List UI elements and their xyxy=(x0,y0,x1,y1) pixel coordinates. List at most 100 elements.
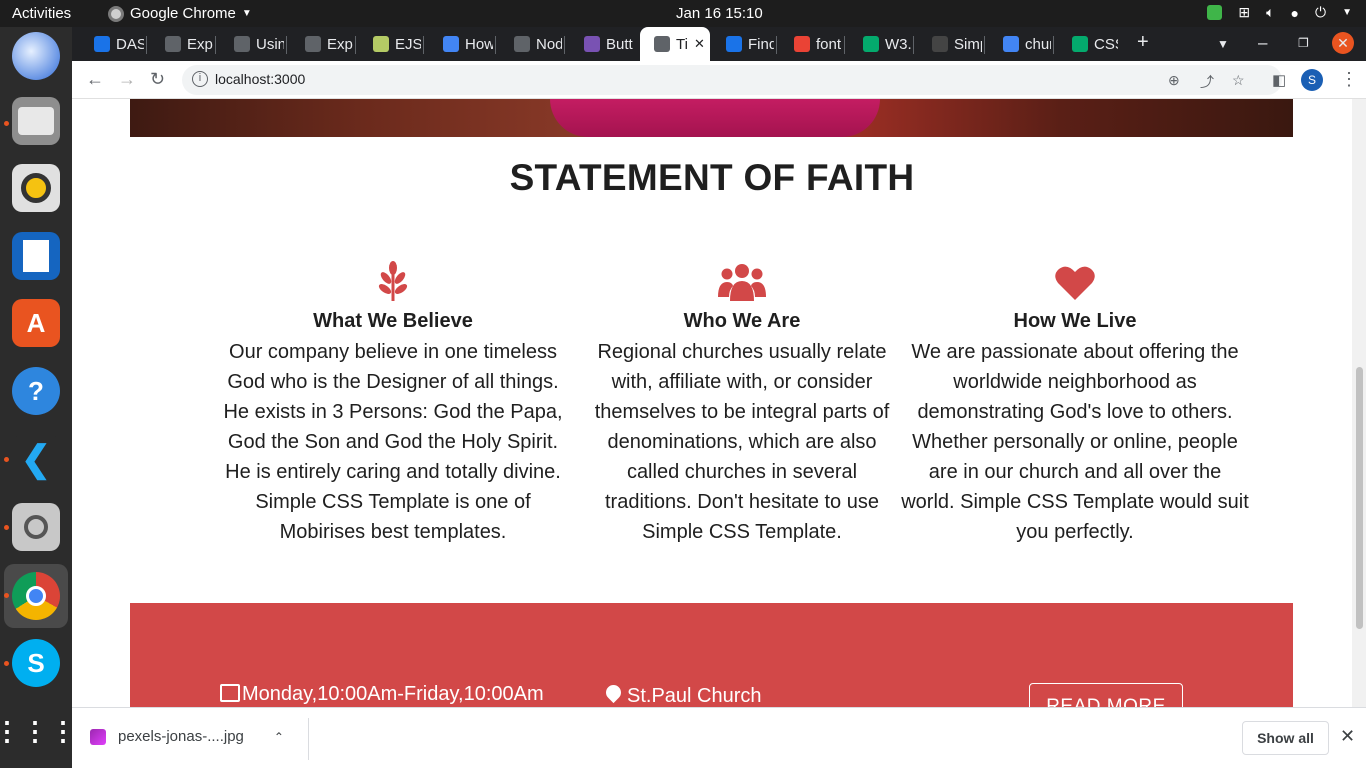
mobirise-icon xyxy=(932,36,948,52)
leaf-icon xyxy=(218,259,568,301)
feature-column-live: How We Live We are passionate about offe… xyxy=(900,259,1250,547)
tab-separator xyxy=(564,36,565,54)
forward-button[interactable]: → xyxy=(118,69,136,90)
help-icon[interactable]: ? xyxy=(12,367,60,415)
feature-heading: What We Believe xyxy=(313,310,473,332)
close-window-button[interactable]: ✕ xyxy=(1332,32,1354,54)
chevron-up-icon[interactable]: ⌃ xyxy=(274,730,284,744)
reload-button[interactable]: ↻ xyxy=(150,69,165,90)
page-scrollbar[interactable] xyxy=(1352,99,1366,707)
browser-tab[interactable]: font xyxy=(780,27,842,61)
close-icon[interactable]: ✕ xyxy=(1340,726,1355,747)
share-icon[interactable]: ⤴ xyxy=(1200,72,1214,92)
download-item[interactable]: pexels-jonas-....jpg ⌃ xyxy=(90,728,284,745)
files-icon[interactable] xyxy=(12,97,60,145)
browser-tab[interactable]: W3. xyxy=(849,27,911,61)
bootstrap-icon xyxy=(584,36,600,52)
express-icon xyxy=(165,36,181,52)
w3-icon xyxy=(1072,36,1088,52)
calendar-icon xyxy=(220,683,240,702)
hours-text: Monday,10:00Am-Friday,10:00Am xyxy=(242,683,544,705)
read-more-button[interactable]: READ MORE xyxy=(1029,683,1183,707)
how-icon xyxy=(443,36,459,52)
activities-button[interactable]: Activities xyxy=(12,5,71,22)
vscode-icon[interactable]: ❮ xyxy=(12,435,60,483)
running-indicator xyxy=(4,593,9,598)
tab-label: font xyxy=(816,35,842,53)
feature-heading: Who We Are xyxy=(683,310,801,332)
profile-avatar[interactable]: S xyxy=(1301,69,1323,91)
system-tray[interactable]: ⊞ 🔈︎ ● ⏻ ▼ xyxy=(1207,4,1352,21)
chrome-icon[interactable] xyxy=(12,572,60,620)
libreoffice-writer-icon[interactable] xyxy=(12,232,60,280)
tab-separator xyxy=(913,36,914,54)
feature-heading: How We Live xyxy=(1013,310,1137,332)
running-indicator xyxy=(4,457,9,462)
power-icon: ⏻ xyxy=(1315,4,1327,20)
browser-tab[interactable]: DAS xyxy=(80,27,144,61)
bookmark-star-icon[interactable]: ☆ xyxy=(1232,72,1245,89)
clock[interactable]: Jan 16 15:10 xyxy=(676,5,763,22)
browser-tab[interactable]: chur xyxy=(989,27,1051,61)
feature-text: We are passionate about offering the wor… xyxy=(901,341,1249,543)
update-icon xyxy=(1207,5,1223,20)
tab-separator xyxy=(423,36,424,54)
side-panel-icon[interactable]: ◧ xyxy=(1272,71,1286,89)
zoom-icon[interactable]: ⊕ xyxy=(1168,72,1180,89)
feature-text: Regional churches usually relate with, a… xyxy=(594,341,890,543)
download-filename[interactable]: pexels-jonas-....jpg xyxy=(118,728,244,745)
browser-tab[interactable]: Butt xyxy=(570,27,634,61)
tab-label: W3. xyxy=(885,35,911,53)
tab-label: Expr xyxy=(187,35,213,53)
browser-tab[interactable]: Nod xyxy=(500,27,562,61)
software-center-icon[interactable]: A xyxy=(12,299,60,347)
scrollbar-thumb[interactable] xyxy=(1356,367,1363,629)
browser-tab[interactable]: Expr xyxy=(291,27,353,61)
running-indicator xyxy=(4,661,9,666)
tab-label: EJS xyxy=(395,35,421,53)
feature-column-who: Who We Are Regional churches usually rel… xyxy=(567,259,917,547)
download-shelf: pexels-jonas-....jpg ⌃ Show all ✕ xyxy=(72,707,1366,768)
divider xyxy=(308,718,309,760)
browser-tab[interactable]: Expr xyxy=(151,27,213,61)
new-tab-button[interactable]: + xyxy=(1137,31,1149,54)
browser-tab[interactable]: Find xyxy=(712,27,774,61)
hours-info: Monday,10:00Am-Friday,10:00Am xyxy=(220,683,544,706)
browser-tab[interactable]: CSS xyxy=(1058,27,1118,61)
flag-icon xyxy=(726,36,742,52)
info-band: Monday,10:00Am-Friday,10:00Am St.Paul Ch… xyxy=(130,603,1293,707)
app-menu[interactable]: Google Chrome ▼ xyxy=(108,5,252,22)
menu-kebab-icon[interactable]: ⋮ xyxy=(1340,69,1358,90)
map-marker-icon xyxy=(602,681,625,704)
browser-tab[interactable]: How xyxy=(429,27,493,61)
browser-tab[interactable]: Usin xyxy=(220,27,284,61)
address-bar[interactable]: i localhost:3000 ⊕ ⤴ ☆ xyxy=(182,65,1282,95)
back-button[interactable]: ← xyxy=(86,69,104,90)
site-info-icon[interactable]: i xyxy=(192,71,208,87)
tab-label: CSS xyxy=(1094,35,1118,53)
rhythmbox-icon[interactable] xyxy=(12,164,60,212)
tab-label: DAS xyxy=(116,35,144,53)
url-text[interactable]: localhost:3000 xyxy=(215,71,305,87)
tab-separator xyxy=(286,36,287,54)
browser-tab[interactable]: Simp xyxy=(918,27,982,61)
tab-label: Nod xyxy=(536,35,562,53)
tab-separator xyxy=(146,36,147,54)
tab-label: Usin xyxy=(256,35,284,53)
browser-tab[interactable]: EJS xyxy=(359,27,421,61)
image-viewer-icon[interactable] xyxy=(12,503,60,551)
maximize-button[interactable]: ❐ xyxy=(1298,36,1309,50)
tab-search-chevron-icon[interactable]: ▼ xyxy=(1217,37,1229,51)
show-all-button[interactable]: Show all xyxy=(1242,721,1329,755)
thunderbird-icon[interactable] xyxy=(12,32,60,80)
browser-tab[interactable]: Ti ✕ xyxy=(640,27,710,61)
close-tab-icon[interactable]: ✕ xyxy=(694,36,705,52)
tab-separator xyxy=(215,36,216,54)
minimize-button[interactable]: – xyxy=(1258,33,1267,53)
skype-icon[interactable]: S xyxy=(12,639,60,687)
location-info: St.Paul Church xyxy=(602,681,762,707)
chevron-down-icon: ▼ xyxy=(1342,7,1352,18)
section-title: STATEMENT OF FAITH xyxy=(509,157,915,198)
show-applications-icon[interactable]: ⋮⋮⋮ xyxy=(0,707,76,755)
google-icon xyxy=(1003,36,1019,52)
